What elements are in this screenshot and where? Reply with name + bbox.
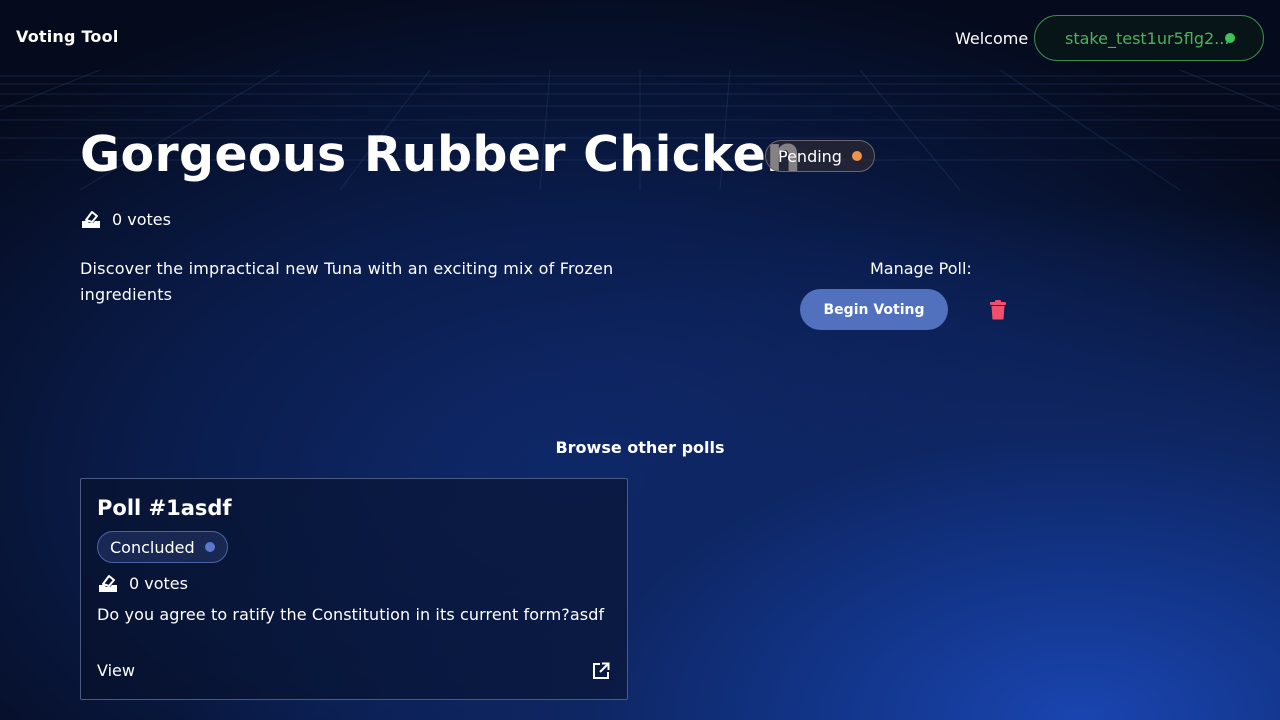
poll-card-status-dot	[204, 542, 215, 552]
poll-card-vote-count: 0 votes	[97, 573, 188, 593]
poll-card-question: Do you agree to ratify the Constitution …	[97, 605, 605, 624]
begin-voting-button[interactable]: Begin Voting	[800, 289, 948, 330]
status-badge: Pending	[765, 140, 875, 172]
poll-description: Discover the impractical new Tuna with a…	[80, 259, 614, 304]
app-brand[interactable]: Voting Tool	[16, 27, 119, 46]
poll-card-vote-label: 0 votes	[129, 573, 188, 593]
poll-card-view-link[interactable]: View	[97, 661, 135, 680]
ballot-icon	[82, 211, 100, 228]
wallet-button[interactable]: stake_test1ur5flg2...	[1034, 15, 1264, 61]
wallet-address: stake_test1ur5flg2...	[1065, 28, 1230, 48]
page-title: Gorgeous Rubber Chicken	[80, 126, 802, 183]
status-dot	[851, 151, 862, 161]
poll-card-status-label: Concluded	[110, 537, 195, 557]
trash-icon	[990, 300, 1006, 320]
status-label: Pending	[778, 146, 842, 166]
manage-poll-label: Manage Poll:	[870, 259, 972, 278]
browse-polls-heading: Browse other polls	[555, 438, 725, 457]
wallet-status-dot	[1225, 33, 1235, 43]
vote-count-label: 0 votes	[112, 209, 171, 229]
poll-card[interactable]: Poll #1asdf Concluded 0 votes Do you agr…	[80, 478, 628, 700]
poll-card-title: Poll #1asdf	[97, 496, 232, 520]
poll-card-status-badge: Concluded	[97, 531, 228, 563]
top-header: Voting Tool Welcome stake_test1ur5flg2..…	[0, 0, 1280, 76]
vote-count: 0 votes	[80, 209, 171, 229]
ballot-icon	[99, 575, 117, 592]
external-link-icon[interactable]	[592, 662, 610, 680]
welcome-text: Welcome	[955, 29, 1029, 48]
delete-poll-button[interactable]	[986, 299, 1010, 321]
